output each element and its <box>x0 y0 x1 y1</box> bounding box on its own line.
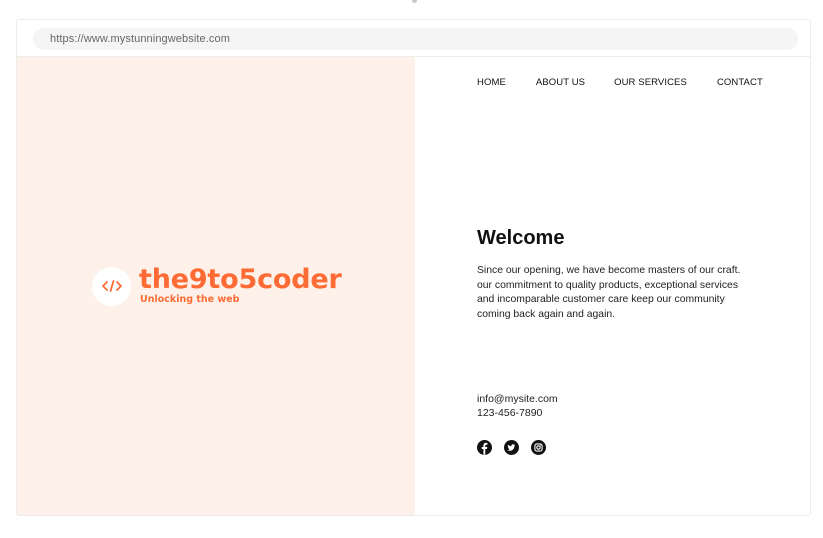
page-title: Welcome <box>477 227 565 249</box>
instagram-icon[interactable] <box>531 440 546 455</box>
contact-email[interactable]: info@mysite.com <box>477 393 558 405</box>
nav-about-us[interactable]: ABOUT US <box>536 77 585 88</box>
nav-home[interactable]: HOME <box>477 77 506 88</box>
top-indicator <box>412 0 417 3</box>
nav-our-services[interactable]: OUR SERVICES <box>614 77 687 88</box>
nav-contact[interactable]: CONTACT <box>717 77 763 88</box>
browser-toolbar: https://www.mystunningwebsite.com <box>17 20 810 57</box>
facebook-icon[interactable] <box>477 440 492 455</box>
intro-paragraph: Since our opening, we have become master… <box>477 265 741 320</box>
logo-badge <box>92 266 131 306</box>
social-links <box>477 440 558 455</box>
content-panel: HOME ABOUT US OUR SERVICES CONTACT Welco… <box>415 57 810 515</box>
logo-text: the9to5coder Unlocking the web <box>139 266 342 306</box>
contact-phone: 123-456-7890 <box>477 407 543 419</box>
brand-tagline: Unlocking the web <box>140 294 240 305</box>
brand-logo[interactable]: the9to5coder Unlocking the web <box>92 266 342 306</box>
browser-window: https://www.mystunningwebsite.com the9to… <box>16 19 811 516</box>
address-bar-url: https://www.mystunningwebsite.com <box>50 33 230 45</box>
address-bar[interactable]: https://www.mystunningwebsite.com <box>33 28 798 50</box>
twitter-icon[interactable] <box>504 440 519 455</box>
code-brackets-icon <box>101 280 122 292</box>
brand-name: the9to5coder <box>139 264 342 295</box>
hero-brand-panel: the9to5coder Unlocking the web <box>17 57 415 515</box>
main-nav: HOME ABOUT US OUR SERVICES CONTACT <box>477 77 763 88</box>
